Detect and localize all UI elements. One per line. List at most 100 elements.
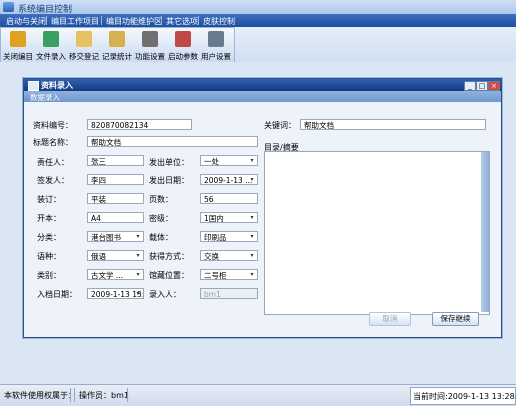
current-time: 当前时间:2009-1-13 13:28:33 [413, 392, 516, 401]
security-value: 1国内 [204, 214, 224, 223]
responsible-label: 责任人： [37, 158, 69, 167]
entry-person-input: bm1 [200, 288, 258, 299]
keywords-input[interactable]: 帮助文档 [300, 119, 486, 130]
title-name-label: 标题名称： [33, 138, 73, 147]
carrier-select[interactable]: 印刷品 ▾ [200, 231, 258, 242]
language-value: 俄语 [91, 252, 106, 261]
storage-value: 二号柜 [204, 271, 227, 280]
dialog-title-bar[interactable]: 资料录入 _ □ × [24, 79, 501, 91]
class-label: 类别： [37, 271, 61, 280]
abstract-textarea[interactable] [264, 151, 490, 315]
acquisition-label: 获得方式： [149, 252, 189, 261]
category-select[interactable]: 港台图书 ▾ [87, 231, 144, 242]
issue-date-value: 2009-1-13 ... [204, 176, 253, 185]
abstract-scrollbar[interactable] [481, 152, 489, 312]
record-no-input[interactable]: 820870082134 [87, 119, 192, 130]
status-separator [70, 388, 71, 402]
data-entry-dialog: 资料录入 _ □ × 数据录入 资料编号： 820870082134 关键词： … [23, 78, 502, 338]
language-label: 语种： [37, 252, 61, 261]
menu-catalog-work-items[interactable]: 编目工作项目 [51, 16, 99, 27]
signer-label: 签发人： [37, 176, 69, 185]
chevron-down-icon: ▾ [136, 233, 140, 240]
menu-bar: 启动与关闭 编目工作项目 编目功能维护区 其它选项 皮肤控制 [0, 14, 516, 27]
close-button[interactable]: × [488, 81, 500, 91]
cancel-button[interactable]: 取消 [369, 312, 411, 326]
security-label: 密级： [149, 214, 173, 223]
dialog-subtitle-bar: 数据录入 [24, 91, 501, 102]
chevron-down-icon: ▾ [136, 290, 140, 297]
carrier-value: 印刷品 [204, 233, 227, 242]
status-bar: 本软件使用权属于： 操作员：bm1 当前时间:2009-1-13 13:28:3… [0, 384, 516, 406]
issuer-unit-label: 发出单位： [149, 158, 189, 167]
class-value: 古文学 ... [91, 271, 124, 280]
binding-label: 装订： [37, 195, 61, 204]
user-settings-icon [208, 31, 224, 47]
toolbar-background [233, 27, 516, 62]
entry-date-label: 入档日期： [37, 290, 77, 299]
acquisition-value: 交换 [204, 252, 219, 261]
handover-icon [76, 31, 92, 47]
format-input[interactable]: A4 [87, 212, 144, 223]
menu-other-options[interactable]: 其它选项 [166, 16, 198, 27]
chevron-down-icon: ▾ [250, 214, 254, 221]
operator-text: 操作员：bm1 [79, 391, 129, 400]
toolbar-user-settings-button[interactable]: 用户设置 [200, 28, 232, 63]
binding-input[interactable]: 平装 [87, 193, 144, 204]
menu-separator [101, 16, 102, 25]
chevron-down-icon: ▾ [250, 233, 254, 240]
chevron-down-icon: ▾ [250, 271, 254, 278]
keywords-label: 关键词： [264, 121, 296, 130]
time-box: 当前时间:2009-1-13 13:28:33 [410, 387, 516, 405]
entry-date-picker[interactable]: 2009-1-13 13: ▾ [87, 288, 144, 299]
close-catalog-icon [10, 31, 26, 47]
entry-person-label: 录入人： [149, 290, 181, 299]
statistics-icon [109, 31, 125, 47]
toolbar-label: 用户设置 [201, 52, 231, 61]
chevron-down-icon: ▾ [250, 157, 254, 164]
status-separator [127, 388, 128, 402]
toolbar-parameters-button[interactable]: 启动参数 [167, 28, 199, 63]
language-select[interactable]: 俄语 ▾ [87, 250, 144, 261]
title-name-input[interactable]: 帮助文档 [87, 136, 258, 147]
toolbar-statistics-button[interactable]: 记录统计 [101, 28, 133, 63]
category-value: 港台图书 [91, 233, 121, 242]
menu-separator [198, 16, 199, 25]
chevron-down-icon: ▾ [136, 252, 140, 259]
dialog-title: 资料录入 [41, 81, 73, 90]
issue-date-picker[interactable]: 2009-1-13 ... ▾ [200, 174, 258, 185]
class-select[interactable]: 古文学 ... ▾ [87, 269, 144, 280]
toolbar-handover-button[interactable]: 移交登记 [68, 28, 100, 63]
responsible-input[interactable]: 张三 [87, 155, 144, 166]
chevron-down-icon: ▾ [250, 252, 254, 259]
issue-date-label: 发出日期： [149, 176, 189, 185]
signer-input[interactable]: 李四 [87, 174, 144, 185]
record-no-label: 资料编号： [33, 121, 73, 130]
storage-select[interactable]: 二号柜 ▾ [200, 269, 258, 280]
maximize-button[interactable]: □ [476, 81, 488, 91]
settings-icon [142, 31, 158, 47]
save-continue-button[interactable]: 保存继续 [432, 312, 479, 326]
issuer-unit-value: 一处 [204, 157, 219, 166]
app-logo-icon [3, 2, 14, 12]
toolbar-file-entry-button[interactable]: 文件录入 [35, 28, 67, 63]
menu-separator [46, 16, 47, 25]
file-entry-icon [43, 31, 59, 47]
status-separator [74, 388, 75, 402]
menu-startup-shutdown[interactable]: 启动与关闭 [6, 16, 46, 27]
minimize-button[interactable]: _ [464, 81, 476, 91]
toolbar-close-catalog-button[interactable]: 关闭编目 [2, 28, 34, 63]
toolbar: 关闭编目 文件录入 移交登记 记录统计 功能设置 启动参数 用户设置 [0, 27, 235, 64]
storage-label: 馆藏位置： [149, 271, 189, 280]
menu-catalog-maintenance[interactable]: 编目功能维护区 [106, 16, 162, 27]
pages-input[interactable]: 56 [200, 193, 258, 204]
dialog-icon [28, 81, 39, 91]
app-title-bar: 系统编目控制 [0, 0, 516, 15]
issuer-unit-select[interactable]: 一处 ▾ [200, 155, 258, 166]
security-select[interactable]: 1国内 ▾ [200, 212, 258, 223]
chevron-down-icon: ▾ [136, 271, 140, 278]
acquisition-select[interactable]: 交换 ▾ [200, 250, 258, 261]
parameters-icon [175, 31, 191, 47]
menu-skin-control[interactable]: 皮肤控制 [203, 16, 235, 27]
carrier-label: 载体： [149, 233, 173, 242]
toolbar-settings-button[interactable]: 功能设置 [134, 28, 166, 63]
